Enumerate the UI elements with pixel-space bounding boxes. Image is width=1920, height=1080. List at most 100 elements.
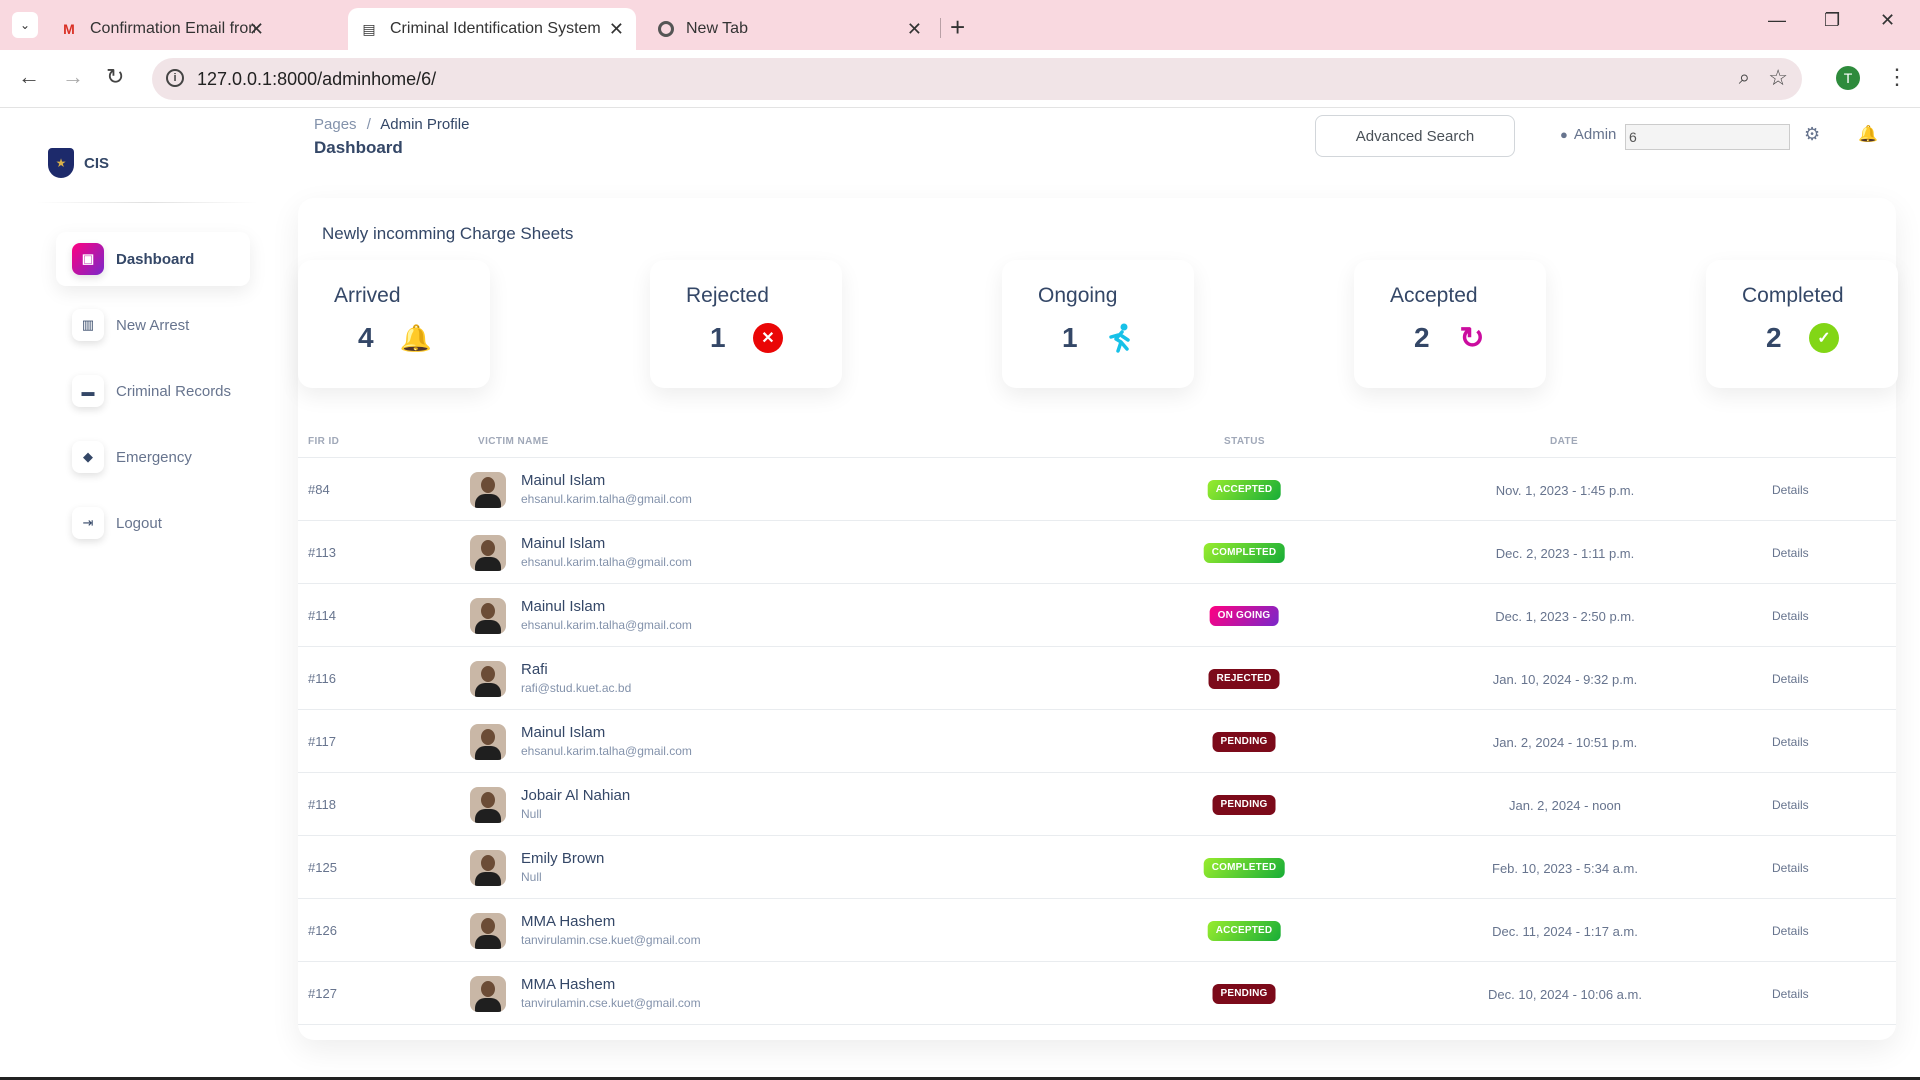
status-badge: PENDING bbox=[1212, 732, 1276, 752]
sidebar: ★ CIS ▣ Dashboard ▥ New Arrest ▬ Crimina… bbox=[36, 108, 266, 1068]
victim-name: Mainul Islam bbox=[521, 724, 606, 741]
row-date: Dec. 11, 2024 - 1:17 a.m. bbox=[1492, 924, 1638, 939]
row-date: Jan. 2, 2024 - 10:51 p.m. bbox=[1492, 735, 1638, 750]
row-date: Nov. 1, 2023 - 1:45 p.m. bbox=[1495, 483, 1635, 498]
row-date: Jan. 10, 2024 - 9:32 p.m. bbox=[1492, 672, 1638, 687]
tab-gmail[interactable]: M Confirmation Email from CIS - t ✕ bbox=[48, 8, 276, 50]
fir-id: #113 bbox=[308, 545, 336, 560]
row-date: Dec. 1, 2023 - 2:50 p.m. bbox=[1495, 609, 1635, 624]
victim-email: ehsanul.karim.talha@gmail.com bbox=[521, 618, 692, 632]
zoom-icon[interactable]: ⌕ bbox=[1739, 67, 1750, 90]
tab-list-chevron-icon[interactable]: ⌄ bbox=[12, 12, 38, 38]
sidebar-item-logout[interactable]: ⇥ Logout bbox=[56, 496, 250, 550]
tab-close-icon[interactable]: ✕ bbox=[609, 19, 624, 40]
sync-icon: ↻ bbox=[1459, 321, 1485, 355]
card-icon: ▬ bbox=[72, 375, 104, 407]
fir-id: #114 bbox=[308, 608, 336, 623]
notification-bell-icon[interactable]: 🔔 bbox=[1858, 124, 1878, 144]
table-row: #116 Rafi rafi@stud.kuet.ac.bd REJECTED Jan.… bbox=[298, 647, 1896, 710]
details-link[interactable]: Details bbox=[1772, 672, 1809, 686]
chrome-icon bbox=[658, 21, 674, 37]
victim-name: Emily Brown bbox=[521, 850, 605, 867]
sidebar-item-dashboard[interactable]: ▣ Dashboard bbox=[56, 232, 250, 286]
details-link[interactable]: Details bbox=[1772, 546, 1809, 560]
tab-new-tab[interactable]: New Tab ✕ bbox=[646, 8, 934, 50]
table-row: #127 MMA Hashem tanvirulamin.cse.kuet@gmai… bbox=[298, 962, 1896, 1025]
building-icon: ▥ bbox=[72, 309, 104, 341]
tab-close-icon[interactable]: ✕ bbox=[907, 19, 922, 40]
divider bbox=[36, 202, 258, 203]
breadcrumb-current: Admin Profile bbox=[380, 116, 470, 133]
details-link[interactable]: Details bbox=[1772, 735, 1809, 749]
stat-label: Accepted bbox=[1390, 284, 1478, 307]
status-badge: REJECTED bbox=[1208, 669, 1280, 689]
row-date: Feb. 10, 2023 - 5:34 a.m. bbox=[1492, 861, 1638, 876]
sidebar-item-label: New Arrest bbox=[116, 316, 190, 334]
close-window-icon[interactable]: ✕ bbox=[1880, 10, 1895, 31]
brand[interactable]: ★ CIS bbox=[48, 148, 109, 178]
stat-value: 1 bbox=[710, 322, 726, 353]
details-link[interactable]: Details bbox=[1772, 924, 1809, 938]
minimize-icon[interactable]: — bbox=[1768, 10, 1786, 31]
details-link[interactable]: Details bbox=[1772, 987, 1809, 1001]
header-status: STATUS bbox=[1224, 436, 1265, 447]
forward-arrow-icon[interactable]: → bbox=[62, 64, 84, 90]
stat-label: Ongoing bbox=[1038, 284, 1118, 307]
victim-name: MMA Hashem bbox=[521, 976, 616, 993]
charge-sheets-card: Newly incomming Charge Sheets Arrived 4 … bbox=[298, 198, 1898, 1040]
stat-value: 2 bbox=[1414, 322, 1430, 353]
table-row: #114 Mainul Islam ehsanul.karim.talha@gmai… bbox=[298, 584, 1896, 647]
bookmark-star-icon[interactable]: ☆ bbox=[1768, 65, 1788, 91]
sidebar-item-label: Logout bbox=[116, 514, 162, 532]
avatar bbox=[470, 535, 506, 571]
page-content: ★ CIS ▣ Dashboard ▥ New Arrest ▬ Crimina… bbox=[0, 108, 1920, 1080]
shop-icon: ▣ bbox=[72, 243, 104, 275]
profile-avatar[interactable]: T bbox=[1836, 66, 1860, 90]
breadcrumb: Pages / Admin Profile bbox=[314, 116, 469, 133]
user-icon: ● bbox=[1560, 127, 1568, 142]
tab-cis[interactable]: ▤ Criminal Identification System - ✕ bbox=[348, 8, 636, 50]
back-arrow-icon[interactable]: ← bbox=[18, 64, 40, 90]
status-badge: ACCEPTED bbox=[1207, 921, 1281, 941]
avatar bbox=[470, 661, 506, 697]
avatar bbox=[470, 913, 506, 949]
fir-id: #84 bbox=[308, 482, 330, 497]
browser-menu-icon[interactable]: ⋮ bbox=[1886, 64, 1908, 90]
details-link[interactable]: Details bbox=[1772, 609, 1809, 623]
sidebar-item-emergency[interactable]: ◆ Emergency bbox=[56, 430, 250, 484]
stat-label: Rejected bbox=[686, 284, 769, 307]
fir-id: #125 bbox=[308, 860, 337, 875]
site-info-icon[interactable]: i bbox=[166, 69, 184, 87]
new-tab-plus-icon[interactable]: + bbox=[950, 12, 965, 43]
details-link[interactable]: Details bbox=[1772, 798, 1809, 812]
table-row: #118 Jobair Al Nahian Null PENDING Jan. 2, 2… bbox=[298, 773, 1896, 836]
gear-icon[interactable]: ⚙ bbox=[1804, 124, 1820, 145]
header-victim-name: VICTIM NAME bbox=[478, 436, 549, 447]
fir-id: #126 bbox=[308, 923, 337, 938]
fir-id: #118 bbox=[308, 797, 336, 812]
reload-icon[interactable]: ↻ bbox=[106, 64, 124, 90]
stat-card-ongoing: Ongoing 1 bbox=[1002, 260, 1194, 388]
victim-email: tanvirulamin.cse.kuet@gmail.com bbox=[521, 933, 701, 947]
breadcrumb-root[interactable]: Pages bbox=[314, 116, 357, 133]
victim-email: Null bbox=[521, 807, 542, 821]
details-link[interactable]: Details bbox=[1772, 483, 1809, 497]
victim-name: Rafi bbox=[521, 661, 548, 678]
row-date: Dec. 2, 2023 - 1:11 p.m. bbox=[1495, 546, 1635, 561]
status-badge: COMPLETED bbox=[1203, 543, 1285, 563]
url-text[interactable]: 127.0.0.1:8000/adminhome/6/ bbox=[197, 69, 436, 90]
details-link[interactable]: Details bbox=[1772, 861, 1809, 875]
sidebar-item-new-arrest[interactable]: ▥ New Arrest bbox=[56, 298, 250, 352]
browser-tab-bar: ⌄ M Confirmation Email from CIS - t ✕ ▤ … bbox=[0, 0, 1920, 50]
tab-separator bbox=[940, 18, 941, 38]
address-bar[interactable]: i 127.0.0.1:8000/adminhome/6/ ⌕ ☆ bbox=[152, 58, 1802, 100]
admin-label-text: Admin bbox=[1573, 126, 1617, 143]
admin-id-input[interactable] bbox=[1625, 124, 1790, 150]
stat-value: 2 bbox=[1766, 322, 1782, 353]
advanced-search-button[interactable]: Advanced Search bbox=[1315, 115, 1515, 157]
row-date: Jan. 2, 2024 - noon bbox=[1508, 798, 1622, 813]
sidebar-item-criminal-records[interactable]: ▬ Criminal Records bbox=[56, 364, 250, 418]
breadcrumb-separator: / bbox=[366, 116, 371, 133]
tab-close-icon[interactable]: ✕ bbox=[249, 19, 264, 40]
restore-icon[interactable]: ❐ bbox=[1824, 10, 1840, 31]
